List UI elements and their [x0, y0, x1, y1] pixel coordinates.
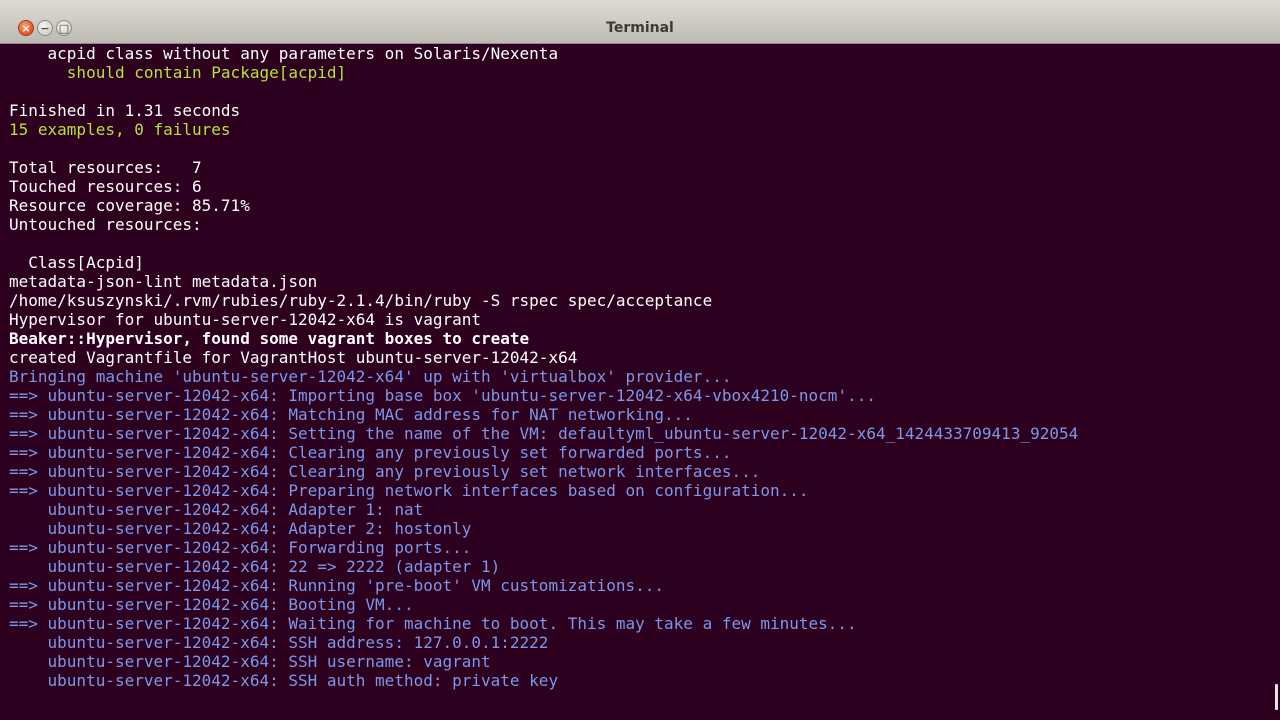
terminal-line: metadata-json-lint metadata.json — [9, 272, 318, 291]
terminal-line: ubuntu-server-12042-x64: Adapter 1: nat — [9, 500, 424, 519]
terminal-output[interactable]: acpid class without any parameters on So… — [0, 44, 1266, 720]
window-title: Terminal — [606, 20, 674, 36]
terminal-line: ==> ubuntu-server-12042-x64: Setting the… — [9, 424, 1079, 443]
terminal-line: ==> ubuntu-server-12042-x64: Matching MA… — [9, 405, 693, 424]
scrollbar[interactable] — [1266, 44, 1280, 720]
terminal-line: Untouched resources: — [9, 215, 202, 234]
title-bar[interactable]: × − □ Terminal — [0, 0, 1280, 44]
terminal-line: ubuntu-server-12042-x64: SSH username: v… — [9, 652, 491, 671]
terminal-line: ==> ubuntu-server-12042-x64: Booting VM.… — [9, 595, 414, 614]
terminal-line: ubuntu-server-12042-x64: SSH auth method… — [9, 671, 559, 690]
terminal-line: ==> ubuntu-server-12042-x64: Preparing n… — [9, 481, 809, 500]
terminal-line: ==> ubuntu-server-12042-x64: Clearing an… — [9, 443, 732, 462]
terminal-line: Resource coverage: 85.71% — [9, 196, 250, 215]
terminal-line: Bringing machine 'ubuntu-server-12042-x6… — [9, 367, 732, 386]
terminal-line: Total resources: 7 — [9, 158, 202, 177]
terminal-line: ==> ubuntu-server-12042-x64: Waiting for… — [9, 614, 857, 633]
terminal-line: Touched resources: 6 — [9, 177, 202, 196]
terminal-line: Beaker::Hypervisor, found some vagrant b… — [9, 329, 530, 348]
terminal-line: Finished in 1.31 seconds — [9, 101, 241, 120]
terminal-window: × − □ Terminal acpid class without any p… — [0, 0, 1280, 720]
terminal-line: ==> ubuntu-server-12042-x64: Forwarding … — [9, 538, 472, 557]
terminal-line: /home/ksuszynski/.rvm/rubies/ruby-2.1.4/… — [9, 291, 713, 310]
terminal-line: Hypervisor for ubuntu-server-12042-x64 i… — [9, 310, 482, 329]
terminal-line: ==> ubuntu-server-12042-x64: Running 'pr… — [9, 576, 665, 595]
terminal-line: ubuntu-server-12042-x64: Adapter 2: host… — [9, 519, 472, 538]
terminal-line: created Vagrantfile for VagrantHost ubun… — [9, 348, 578, 367]
terminal-line: ubuntu-server-12042-x64: SSH address: 12… — [9, 633, 549, 652]
terminal-line: should contain Package[acpid] — [9, 63, 347, 82]
terminal-line: ==> ubuntu-server-12042-x64: Importing b… — [9, 386, 876, 405]
terminal-line: acpid class without any parameters on So… — [9, 44, 559, 63]
terminal-line: Class[Acpid] — [9, 253, 144, 272]
terminal-line: ==> ubuntu-server-12042-x64: Clearing an… — [9, 462, 761, 481]
scrollbar-thumb[interactable] — [1275, 684, 1278, 710]
terminal-line: ubuntu-server-12042-x64: 22 => 2222 (ada… — [9, 557, 501, 576]
terminal-line: 15 examples, 0 failures — [9, 120, 231, 139]
